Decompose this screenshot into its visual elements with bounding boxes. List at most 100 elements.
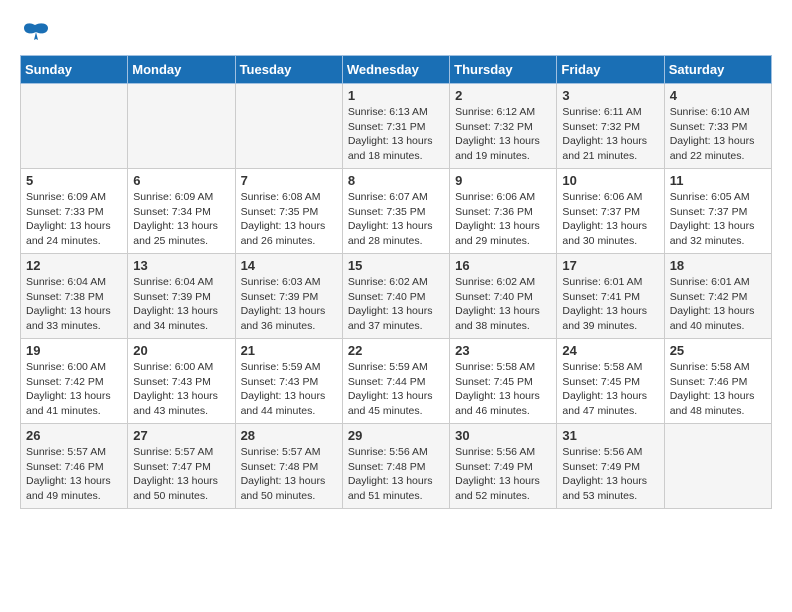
day-content: Sunrise: 5:57 AM — [241, 445, 337, 460]
calendar-cell: 16Sunrise: 6:02 AMSunset: 7:40 PMDayligh… — [450, 254, 557, 339]
day-content: Daylight: 13 hours and 37 minutes. — [348, 304, 444, 333]
calendar-week-row: 19Sunrise: 6:00 AMSunset: 7:42 PMDayligh… — [21, 339, 772, 424]
calendar-cell: 17 Sunrise: 6:01 AMSunset: 7:41 PMDayligh… — [557, 254, 664, 339]
day-number: 15 — [348, 258, 444, 273]
day-content: Daylight: 13 hours and 45 minutes. — [348, 389, 444, 418]
day-content: Sunset: 7:48 PM — [348, 460, 444, 475]
day-number: 13 — [133, 258, 229, 273]
calendar-cell: 31Sunrise: 5:56 AMSunset: 7:49 PMDayligh… — [557, 424, 664, 509]
calendar-cell: 27Sunrise: 5:57 AMSunset: 7:47 PMDayligh… — [128, 424, 235, 509]
calendar-cell: 14Sunrise: 6:03 AMSunset: 7:39 PMDayligh… — [235, 254, 342, 339]
day-content: Sunrise: 6:12 AM — [455, 105, 551, 120]
day-content: Sunset: 7:41 PM — [562, 290, 658, 305]
day-content: Daylight: 13 hours and 22 minutes. — [670, 134, 766, 163]
day-content: Daylight: 13 hours and 49 minutes. — [26, 474, 122, 503]
day-content: Daylight: 13 hours and 18 minutes. — [348, 134, 444, 163]
day-content: Sunrise: 6:02 AM — [348, 275, 444, 290]
day-content: Sunrise: 6:01 AM — [670, 275, 766, 290]
day-content: Daylight: 13 hours and 48 minutes. — [670, 389, 766, 418]
calendar-cell: 29Sunrise: 5:56 AMSunset: 7:48 PMDayligh… — [342, 424, 449, 509]
day-content: Sunrise: 5:58 AM — [455, 360, 551, 375]
day-of-week-header: Thursday — [450, 56, 557, 84]
calendar-cell: 3Sunrise: 6:11 AMSunset: 7:32 PMDaylight… — [557, 84, 664, 169]
day-number: 27 — [133, 428, 229, 443]
day-number: 1 — [348, 88, 444, 103]
page-header — [20, 20, 772, 45]
day-content: Daylight: 13 hours and 39 minutes. — [562, 304, 658, 333]
day-number: 3 — [562, 88, 658, 103]
day-number: 17 — [562, 258, 658, 273]
calendar-cell: 18Sunrise: 6:01 AMSunset: 7:42 PMDayligh… — [664, 254, 771, 339]
day-content: Daylight: 13 hours and 53 minutes. — [562, 474, 658, 503]
day-of-week-header: Friday — [557, 56, 664, 84]
day-number: 11 — [670, 173, 766, 188]
day-content: Sunset: 7:43 PM — [241, 375, 337, 390]
day-content: Daylight: 13 hours and 29 minutes. — [455, 219, 551, 248]
day-number: 29 — [348, 428, 444, 443]
day-content: Sunset: 7:34 PM — [133, 205, 229, 220]
calendar-cell: 21Sunrise: 5:59 AMSunset: 7:43 PMDayligh… — [235, 339, 342, 424]
day-content: Sunset: 7:37 PM — [670, 205, 766, 220]
day-of-week-header: Saturday — [664, 56, 771, 84]
day-content: Sunset: 7:42 PM — [26, 375, 122, 390]
calendar-cell: 7Sunrise: 6:08 AMSunset: 7:35 PMDaylight… — [235, 169, 342, 254]
logo-icon — [20, 20, 50, 45]
day-number: 6 — [133, 173, 229, 188]
calendar-cell: 28Sunrise: 5:57 AMSunset: 7:48 PMDayligh… — [235, 424, 342, 509]
day-of-week-header: Tuesday — [235, 56, 342, 84]
day-content: Daylight: 13 hours and 51 minutes. — [348, 474, 444, 503]
calendar-cell: 11Sunrise: 6:05 AMSunset: 7:37 PMDayligh… — [664, 169, 771, 254]
day-content: Sunset: 7:35 PM — [348, 205, 444, 220]
calendar-cell: 2Sunrise: 6:12 AMSunset: 7:32 PMDaylight… — [450, 84, 557, 169]
day-content: Daylight: 13 hours and 28 minutes. — [348, 219, 444, 248]
day-content: Sunrise: 6:09 AM — [133, 190, 229, 205]
day-content: Sunset: 7:45 PM — [562, 375, 658, 390]
day-content: Sunrise: 5:56 AM — [562, 445, 658, 460]
day-number: 26 — [26, 428, 122, 443]
day-content: Sunset: 7:48 PM — [241, 460, 337, 475]
day-content: Daylight: 13 hours and 47 minutes. — [562, 389, 658, 418]
calendar-week-row: 5Sunrise: 6:09 AMSunset: 7:33 PMDaylight… — [21, 169, 772, 254]
day-content: Daylight: 13 hours and 33 minutes. — [26, 304, 122, 333]
day-content: Daylight: 13 hours and 19 minutes. — [455, 134, 551, 163]
calendar-cell: 23Sunrise: 5:58 AMSunset: 7:45 PMDayligh… — [450, 339, 557, 424]
calendar-cell: 5Sunrise: 6:09 AMSunset: 7:33 PMDaylight… — [21, 169, 128, 254]
logo — [20, 20, 54, 45]
day-number: 8 — [348, 173, 444, 188]
calendar-cell — [128, 84, 235, 169]
day-number: 7 — [241, 173, 337, 188]
day-content: Sunset: 7:39 PM — [241, 290, 337, 305]
day-content: Sunset: 7:49 PM — [562, 460, 658, 475]
day-content: Sunrise: 6:07 AM — [348, 190, 444, 205]
day-number: 19 — [26, 343, 122, 358]
day-content: Daylight: 13 hours and 52 minutes. — [455, 474, 551, 503]
day-content: Sunrise: 6:06 AM — [455, 190, 551, 205]
day-number: 28 — [241, 428, 337, 443]
day-number: 16 — [455, 258, 551, 273]
calendar-cell: 26Sunrise: 5:57 AMSunset: 7:46 PMDayligh… — [21, 424, 128, 509]
day-number: 24 — [562, 343, 658, 358]
day-content: Sunset: 7:46 PM — [26, 460, 122, 475]
day-content: Sunrise: 6:02 AM — [455, 275, 551, 290]
day-content: Daylight: 13 hours and 43 minutes. — [133, 389, 229, 418]
calendar-cell — [21, 84, 128, 169]
day-content: Sunset: 7:31 PM — [348, 120, 444, 135]
calendar-week-row: 1Sunrise: 6:13 AMSunset: 7:31 PMDaylight… — [21, 84, 772, 169]
day-content: Sunset: 7:32 PM — [455, 120, 551, 135]
day-content: Sunset: 7:37 PM — [562, 205, 658, 220]
day-content: Daylight: 13 hours and 25 minutes. — [133, 219, 229, 248]
day-content: Sunset: 7:49 PM — [455, 460, 551, 475]
day-number: 23 — [455, 343, 551, 358]
day-content: Daylight: 13 hours and 21 minutes. — [562, 134, 658, 163]
day-content: Sunrise: 5:57 AM — [133, 445, 229, 460]
calendar-cell: 13Sunrise: 6:04 AMSunset: 7:39 PMDayligh… — [128, 254, 235, 339]
day-number: 20 — [133, 343, 229, 358]
calendar-cell: 10Sunrise: 6:06 AMSunset: 7:37 PMDayligh… — [557, 169, 664, 254]
day-content: Sunrise: 6:01 AM — [562, 275, 658, 290]
day-content: Sunset: 7:35 PM — [241, 205, 337, 220]
day-content: Sunrise: 6:04 AM — [26, 275, 122, 290]
day-content: Sunrise: 6:04 AM — [133, 275, 229, 290]
calendar-table: SundayMondayTuesdayWednesdayThursdayFrid… — [20, 55, 772, 509]
calendar-cell: 8 Sunrise: 6:07 AMSunset: 7:35 PMDaylight… — [342, 169, 449, 254]
calendar-header-row: SundayMondayTuesdayWednesdayThursdayFrid… — [21, 56, 772, 84]
